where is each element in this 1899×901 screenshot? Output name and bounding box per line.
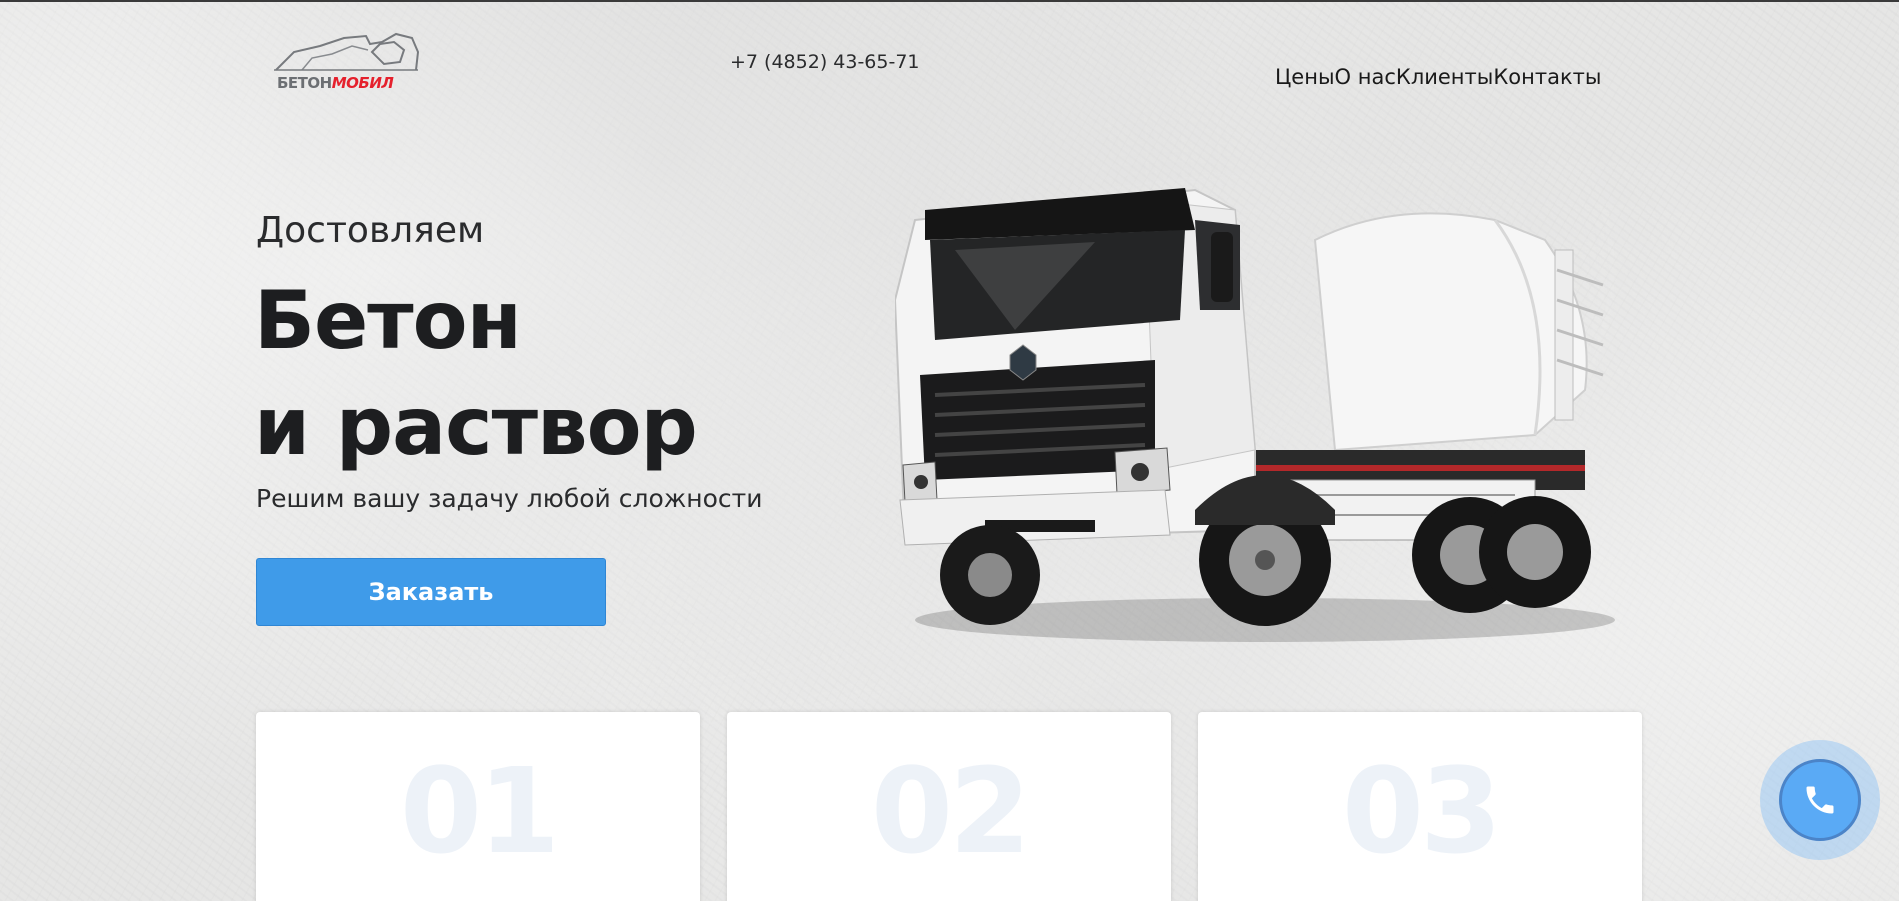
top-border [0, 0, 1899, 2]
logo[interactable]: БЕТОНМОБИЛ [272, 30, 420, 96]
feature-card-1: 01 [256, 712, 700, 901]
order-button[interactable]: Заказать [256, 558, 606, 626]
hero-title-line-1: Бетон [254, 274, 522, 367]
card-number: 03 [1341, 742, 1502, 880]
header-phone[interactable]: +7 (4852) 43-65-71 [730, 51, 920, 73]
callback-button-inner[interactable] [1779, 759, 1861, 841]
card-number: 02 [870, 742, 1031, 880]
truck-illustration [893, 188, 1615, 642]
nav-item-prices[interactable]: Цены [1275, 65, 1335, 89]
hero-description: Решим вашу задачу любой сложности [256, 484, 763, 513]
logo-text: БЕТОНМОБИЛ [277, 74, 394, 92]
phone-icon [1806, 786, 1834, 814]
hero-title: Бетон и раствор [254, 268, 698, 480]
card-number: 01 [399, 742, 560, 880]
logo-text-gray: БЕТОН [277, 74, 332, 92]
logo-truck-icon [274, 32, 420, 71]
main-nav: Цены О нас Клиенты Контакты [1275, 65, 1601, 89]
feature-card-2: 02 [727, 712, 1171, 901]
concrete-mixer-truck-image [893, 180, 1635, 650]
nav-item-contacts[interactable]: Контакты [1493, 65, 1601, 89]
callback-button[interactable] [1760, 740, 1880, 860]
logo-text-red: МОБИЛ [331, 74, 394, 92]
hero-subtitle: Достовляем [256, 210, 485, 251]
nav-item-clients[interactable]: Клиенты [1396, 65, 1493, 89]
hero-title-line-2: и раствор [254, 380, 698, 473]
nav-item-about[interactable]: О нас [1335, 65, 1396, 89]
feature-card-3: 03 [1198, 712, 1642, 901]
